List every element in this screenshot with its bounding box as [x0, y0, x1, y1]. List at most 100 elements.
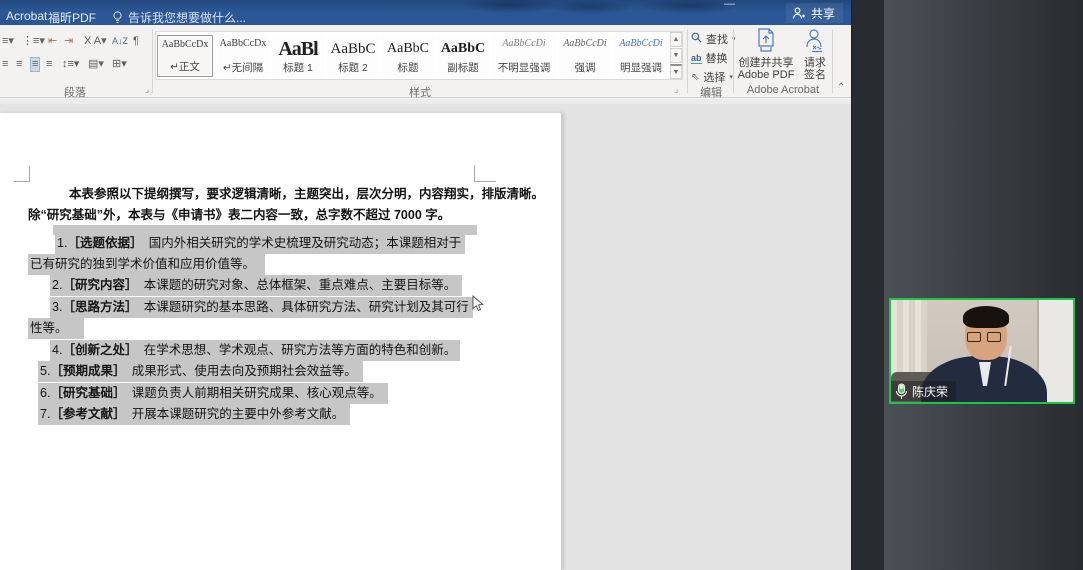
screen: Acrobat福昕PDF 告诉我您想要做什么... — 共享 [0, 0, 1083, 570]
acrobat-group-label: Adobe Acrobat [737, 84, 829, 96]
style-preview: AaBbCcDi [492, 38, 556, 60]
document-page[interactable]: 本表参照以下提纲撰写，要求逻辑清晰，主题突出，层次分明，内容翔实，排版清晰。除“… [0, 113, 562, 570]
style-preview: AaBbC [437, 38, 489, 60]
document-text-line[interactable]: 性等。 [28, 318, 84, 339]
text-run-wrap: 6.［研究基础］ 课题负责人前期相关研究成果、核心观点等。 [38, 383, 388, 404]
align-left-icon[interactable]: ≡ [2, 58, 8, 71]
request-signatures-button[interactable]: 请求 签名 [797, 28, 833, 81]
style-label: 标题 [382, 60, 434, 75]
text-run-wrap: 3.［思路方法］ 本课题研究的基本思路、具体研究方法、研究计划及其可行 [50, 297, 473, 318]
document-text-line[interactable]: 6.［研究基础］ 课题负责人前期相关研究成果、核心观点等。 [38, 383, 388, 404]
show-marks-icon[interactable]: ¶ [133, 35, 139, 48]
replace-icon: ab [691, 53, 702, 64]
sort-icon[interactable]: A↓Z [112, 35, 128, 48]
styles-group-label: 样式 [300, 84, 540, 100]
replace-menu-item[interactable]: ab 替换 [691, 50, 728, 66]
decrease-indent-icon[interactable]: ⇤ [48, 35, 57, 48]
style-preview: AaBbCcDi [559, 38, 611, 60]
style-chip-8[interactable]: AaBbCcDi强调 [559, 35, 611, 77]
pdf-document-icon [755, 28, 777, 54]
lightbulb-icon [112, 11, 123, 24]
align-center-icon[interactable]: ≡ [16, 58, 22, 71]
gallery-scroll-up-button[interactable]: ▲ [670, 32, 682, 47]
text-run: 5. [40, 364, 50, 378]
text-run: 3. [52, 300, 62, 314]
text-run: 1. [57, 236, 67, 250]
document-text-line[interactable]: 本表参照以下提纲撰写，要求逻辑清晰，主题突出，层次分明，内容翔实，排版清晰。 [69, 184, 544, 205]
style-label: 不明显强调 [492, 60, 556, 75]
document-text-line[interactable]: 已有研究的独到学术价值和应用价值等。 [28, 254, 265, 275]
style-chip-4[interactable]: AaBbC标题 2 [327, 35, 379, 77]
create-share-pdf-button[interactable]: 创建并共享 Adobe PDF [737, 28, 795, 81]
text-run-wrap: 7.［参考文献］ 开展本课题研究的主要中外参考文献。 [38, 404, 350, 425]
share-button[interactable]: 共享 [786, 3, 843, 23]
asian-layout-icon[interactable]: X A▾ [84, 35, 107, 48]
multilevel-list-icon[interactable]: ⋮≡▾ [22, 35, 45, 48]
text-run-wrap: 已有研究的独到学术价值和应用价值等。 [28, 254, 265, 275]
style-label: 强调 [559, 60, 611, 75]
find-menu-item[interactable]: 查找▾ [691, 31, 736, 47]
text-run: 本课题的研究对象、总体框架、重点难点、主要目标等。 [131, 278, 456, 292]
participant-name: 陈庆荣 [912, 383, 948, 400]
style-chip-5[interactable]: AaBbC标题 [382, 35, 434, 77]
numbering-icon[interactable]: ≡▾ [2, 35, 14, 48]
minimize-button[interactable]: — [724, 0, 735, 10]
paragraph-group-label: 段落 [0, 84, 150, 100]
bold-text-run: ［预期成果］ [50, 364, 119, 378]
style-label: 副标题 [437, 60, 489, 75]
style-chip-7[interactable]: AaBbCcDi不明显强调 [492, 35, 556, 77]
bold-text-run: 除“研究基础”外，本表与《申请书》表二内容一致，总字数不超过 7000 字。 [28, 208, 450, 222]
increase-indent-icon[interactable]: ⇥ [64, 35, 73, 48]
select-arrow-icon: ⇖ [691, 72, 699, 83]
gallery-more-button[interactable]: ▼ [670, 64, 682, 79]
menu-tab-2[interactable]: 福昕PDF [48, 9, 96, 26]
edit-item-label: 选择 [703, 69, 725, 85]
style-chip-6[interactable]: AaBbC副标题 [437, 35, 489, 77]
text-run: 在学术思想、学术观点、研究方法等方面的特色和创新。 [131, 343, 456, 357]
shading-icon[interactable]: ▤▾ [88, 58, 104, 71]
group-separator [152, 29, 153, 93]
text-run: 国内外相关研究的学术史梳理及研究动态；本课题相对于 [136, 236, 461, 250]
document-text-line[interactable]: 1.［选题依据］ 国内外相关研究的学术史梳理及研究动态；本课题相对于 [55, 233, 465, 254]
style-chip-1[interactable]: AaBbCcDx↵正文 [157, 35, 213, 77]
gallery-scroll-down-button[interactable]: ▼ [670, 48, 682, 63]
line-spacing-icon[interactable]: ↕≡▾ [62, 58, 79, 71]
document-text-line[interactable]: 2.［研究内容］ 本课题的研究对象、总体框架、重点难点、主要目标等。 [50, 275, 462, 296]
document-text-line[interactable]: 4.［创新之处］ 在学术思想、学术观点、研究方法等方面的特色和创新。 [50, 340, 460, 361]
document-text-line[interactable]: 7.［参考文献］ 开展本课题研究的主要中外参考文献。 [38, 404, 350, 425]
document-text-line[interactable]: 3.［思路方法］ 本课题研究的基本思路、具体研究方法、研究计划及其可行 [50, 297, 473, 318]
borders-icon[interactable]: ⊞▾ [112, 58, 127, 71]
participant-nametag: 陈庆荣 [891, 381, 956, 401]
style-chip-3[interactable]: AaBl标题 1 [272, 35, 324, 77]
style-chip-2[interactable]: AaBbCcDx↵无间隔 [217, 35, 269, 77]
participant-glasses [987, 332, 1001, 342]
meeting-side-panel: 陈庆荣 [884, 0, 1083, 570]
tell-me-box[interactable]: 告诉我您想要做什么... [112, 9, 246, 26]
edit-item-label: 替换 [706, 50, 728, 66]
document-text-line[interactable]: 5.［预期成果］ 成果形式、使用去向及预期社会效益等。 [38, 361, 363, 382]
paragraph-dialog-launcher[interactable]: ⌟ [145, 84, 149, 95]
style-preview: AaBbCcDx [217, 38, 269, 60]
group-separator [832, 29, 833, 93]
style-chip-9[interactable]: AaBbCcDi明显强调 [614, 35, 668, 77]
text-run: 本课题研究的基本思路、具体研究方法、研究计划及其可行 [131, 300, 469, 314]
bold-text-run: ［思路方法］ [62, 300, 131, 314]
collapse-ribbon-button[interactable]: ⌃ [837, 82, 845, 93]
participant-video-tile[interactable]: 陈庆荣 [889, 298, 1075, 404]
text-run: 课题负责人前期相关研究成果、核心观点等。 [119, 386, 382, 400]
search-icon [691, 32, 702, 46]
select-menu-item[interactable]: ⇖选择▾ [691, 69, 733, 85]
styles-dialog-launcher[interactable]: ⌟ [674, 84, 678, 95]
document-text-line[interactable]: 除“研究基础”外，本表与《申请书》表二内容一致，总字数不超过 7000 字。 [28, 205, 450, 226]
text-run-wrap: 1.［选题依据］ 国内外相关研究的学术史梳理及研究动态；本课题相对于 [55, 233, 465, 254]
editing-group-label: 编辑 [688, 84, 734, 100]
distribute-icon[interactable]: ≡ [46, 58, 52, 71]
text-run: 2. [52, 278, 62, 292]
justify-icon[interactable]: ≡ [30, 57, 40, 72]
menu-tab-1[interactable]: Acrobat [6, 9, 47, 23]
text-run-wrap: 5.［预期成果］ 成果形式、使用去向及预期社会效益等。 [38, 361, 363, 382]
text-run: 4. [52, 343, 62, 357]
panel-divider [851, 0, 884, 570]
text-run: 成果形式、使用去向及预期社会效益等。 [119, 364, 357, 378]
style-label: ↵正文 [158, 59, 212, 74]
